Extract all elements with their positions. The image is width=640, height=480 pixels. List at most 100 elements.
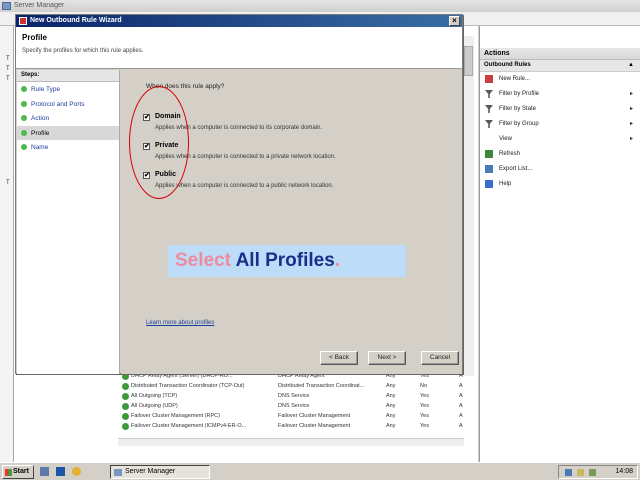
- action-item[interactable]: Filter by Profile ▸: [480, 87, 640, 102]
- action-item[interactable]: Filter by Group ▸: [480, 117, 640, 132]
- highlight-oval: [129, 86, 189, 199]
- learn-more-link[interactable]: Learn more about profiles: [146, 320, 214, 326]
- next-button[interactable]: Next >: [368, 351, 406, 365]
- cell-name: All Outgoing (TCP): [131, 393, 178, 399]
- powershell-icon[interactable]: [56, 467, 65, 476]
- table-row[interactable]: All Outgoing (UDP) DNS Service Any Yes A: [118, 402, 464, 412]
- task-server-manager[interactable]: Server Manager: [110, 465, 210, 479]
- step-item[interactable]: Protocol and Ports: [17, 97, 119, 112]
- new-outbound-rule-wizard: New Outbound Rule Wizard × Profile Speci…: [15, 14, 463, 374]
- table-row[interactable]: Failover Cluster Management (RPC) Failove…: [118, 412, 464, 422]
- public-description: Applies when a computer is connected to …: [155, 183, 334, 189]
- network-icon[interactable]: [565, 469, 572, 476]
- action-label: New Rule...: [499, 76, 531, 82]
- server-manager-titlebar: Server Manager: [0, 0, 640, 12]
- action-item[interactable]: Refresh: [480, 147, 640, 162]
- step-label: Action: [31, 115, 50, 122]
- wizard-title: New Outbound Rule Wizard: [30, 17, 122, 24]
- actions-header: Actions: [480, 48, 640, 60]
- steps-header: Steps:: [17, 70, 119, 82]
- cancel-button[interactable]: Cancel: [421, 351, 459, 365]
- action-item[interactable]: New Rule...: [480, 72, 640, 87]
- step-item[interactable]: Profile: [17, 125, 119, 140]
- cell-profile: Any: [386, 423, 396, 429]
- cell-action: A: [459, 403, 463, 409]
- action-label: Help: [499, 181, 512, 187]
- step-item[interactable]: Rule Type: [17, 82, 119, 97]
- action-item[interactable]: Help: [480, 177, 640, 192]
- banner-dot: .: [334, 250, 341, 271]
- firewall-icon: [19, 17, 27, 25]
- server-manager-icon: [114, 469, 122, 476]
- step-bullet-icon: [21, 129, 27, 136]
- refresh-icon: [485, 150, 493, 158]
- close-button[interactable]: ×: [449, 16, 460, 26]
- tree-item[interactable]: T: [6, 180, 10, 186]
- clock: 14:08: [615, 468, 633, 475]
- action-label: Export List...: [499, 166, 533, 172]
- cell-action: A: [459, 393, 463, 399]
- cell-profile: Any: [386, 383, 396, 389]
- page-title: Profile: [22, 33, 47, 42]
- step-bullet-icon: [21, 100, 27, 107]
- cell-enabled: Yes: [420, 413, 429, 419]
- step-label: Name: [31, 144, 49, 151]
- taskbar: Start Server Manager 14:08: [0, 462, 640, 480]
- action-label: Filter by Profile: [499, 91, 540, 97]
- new-rule-icon: [485, 75, 493, 83]
- cell-enabled: Yes: [420, 423, 429, 429]
- enabled-check-icon: [122, 393, 129, 400]
- console-tree-pane[interactable]: T T T T: [0, 26, 14, 462]
- action-item[interactable]: Filter by State ▸: [480, 102, 640, 117]
- cell-group: DNS Service: [278, 403, 310, 409]
- enabled-check-icon: [122, 383, 129, 390]
- banner-word-select: Select: [175, 250, 231, 271]
- step-item[interactable]: Action: [17, 111, 119, 126]
- cell-enabled: Yes: [420, 393, 429, 399]
- wizard-titlebar: New Outbound Rule Wizard ×: [16, 15, 462, 27]
- collapse-arrow-icon: ▲: [628, 62, 634, 68]
- cell-action: A: [459, 423, 463, 429]
- enabled-check-icon: [122, 413, 129, 420]
- server-manager-quicklaunch-icon[interactable]: [40, 467, 49, 476]
- cell-name: All Outgoing (UDP): [131, 403, 178, 409]
- wizard-header: Profile Specify the profiles for which t…: [16, 27, 462, 69]
- cell-group: Distributed Transaction Coordinat...: [278, 383, 365, 389]
- table-row[interactable]: Failover Cluster Management (ICMPv4-ER-O…: [118, 422, 464, 432]
- tree-item[interactable]: T: [6, 56, 10, 62]
- enabled-check-icon: [122, 373, 129, 380]
- actions-section-outbound-rules[interactable]: Outbound Rules ▲: [480, 60, 640, 72]
- outbound-rules-table: DHCP Relay Agent (Server) (DHCP-RO... DHC…: [118, 372, 464, 432]
- table-row[interactable]: Distributed Transaction Coordinator (TCP…: [118, 382, 464, 392]
- ie-icon[interactable]: [72, 467, 81, 476]
- filter-icon: [485, 90, 493, 98]
- volume-icon[interactable]: [577, 469, 584, 476]
- action-item[interactable]: Export List...: [480, 162, 640, 177]
- step-item[interactable]: Name: [17, 140, 119, 155]
- action-item[interactable]: View ▸: [480, 132, 640, 147]
- cell-action: A: [459, 413, 463, 419]
- step-bullet-icon: [21, 86, 27, 92]
- vertical-scrollbar[interactable]: [462, 36, 474, 376]
- back-button[interactable]: < Back: [320, 351, 358, 365]
- enabled-check-icon: [122, 403, 129, 410]
- cell-action: A: [459, 383, 463, 389]
- step-label: Rule Type: [31, 86, 61, 93]
- tree-item[interactable]: T: [6, 66, 10, 72]
- horizontal-scrollbar[interactable]: [118, 438, 464, 446]
- table-row[interactable]: All Outgoing (TCP) DNS Service Any Yes A: [118, 392, 464, 402]
- help-icon: [485, 180, 493, 188]
- security-icon[interactable]: [589, 469, 596, 476]
- action-label: Filter by State: [499, 106, 537, 112]
- step-bullet-icon: [21, 115, 27, 121]
- cell-group: Failover Cluster Management: [278, 423, 351, 429]
- filter-icon: [485, 105, 493, 113]
- scrollbar-thumb[interactable]: [464, 46, 473, 76]
- actions-pane: Actions Outbound Rules ▲ New Rule... Filt…: [479, 26, 640, 462]
- cell-enabled: Yes: [420, 403, 429, 409]
- start-button[interactable]: Start: [2, 465, 34, 479]
- cell-name: Distributed Transaction Coordinator (TCP…: [131, 383, 245, 389]
- cell-profile: Any: [386, 403, 396, 409]
- tree-item[interactable]: T: [6, 76, 10, 82]
- action-label: Filter by Group: [499, 121, 539, 127]
